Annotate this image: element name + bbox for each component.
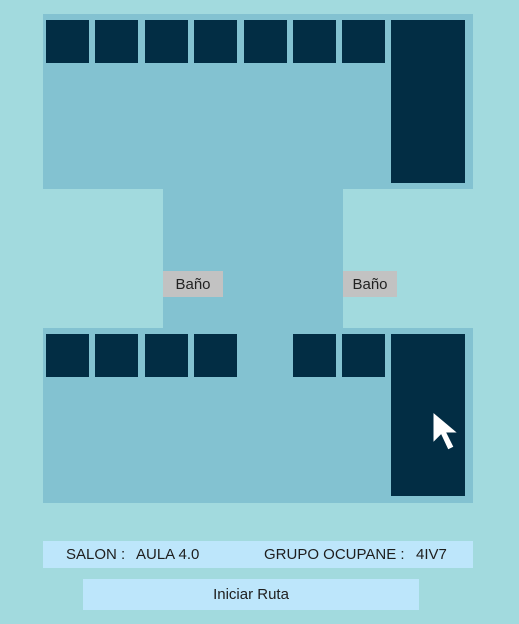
- room-bottom-5[interactable]: [293, 334, 336, 377]
- room-top-2[interactable]: [95, 20, 138, 63]
- bathroom-right-label: Baño: [352, 275, 388, 293]
- bathroom-left[interactable]: Baño: [163, 271, 223, 297]
- room-info-bar: SALON : AULA 4.0 GRUPO OCUPANE : 4IV7: [43, 541, 473, 568]
- start-route-button[interactable]: Iniciar Ruta: [83, 579, 419, 610]
- room-top-large[interactable]: [391, 20, 465, 183]
- grupo-value: 4IV7: [416, 546, 447, 563]
- bathroom-left-label: Baño: [175, 275, 211, 293]
- room-bottom-3[interactable]: [145, 334, 188, 377]
- room-bottom-4[interactable]: [194, 334, 237, 377]
- floor-plan-screen: Baño Baño SALON : AULA 4.0 GRUPO OCUPANE…: [0, 0, 519, 624]
- grupo-label: GRUPO OCUPANE :: [264, 546, 405, 563]
- mouse-pointer-arrow-icon: [432, 410, 460, 451]
- room-top-4[interactable]: [194, 20, 237, 63]
- room-top-1[interactable]: [46, 20, 89, 63]
- room-top-7[interactable]: [342, 20, 385, 63]
- room-top-3[interactable]: [145, 20, 188, 63]
- central-corridor: [163, 189, 343, 328]
- bathroom-right[interactable]: Baño: [343, 271, 397, 297]
- salon-label: SALON :: [66, 546, 126, 563]
- room-bottom-6[interactable]: [342, 334, 385, 377]
- room-top-5[interactable]: [244, 20, 287, 63]
- room-top-6[interactable]: [293, 20, 336, 63]
- room-bottom-2[interactable]: [95, 334, 138, 377]
- salon-value: AULA 4.0: [136, 546, 200, 563]
- room-bottom-1[interactable]: [46, 334, 89, 377]
